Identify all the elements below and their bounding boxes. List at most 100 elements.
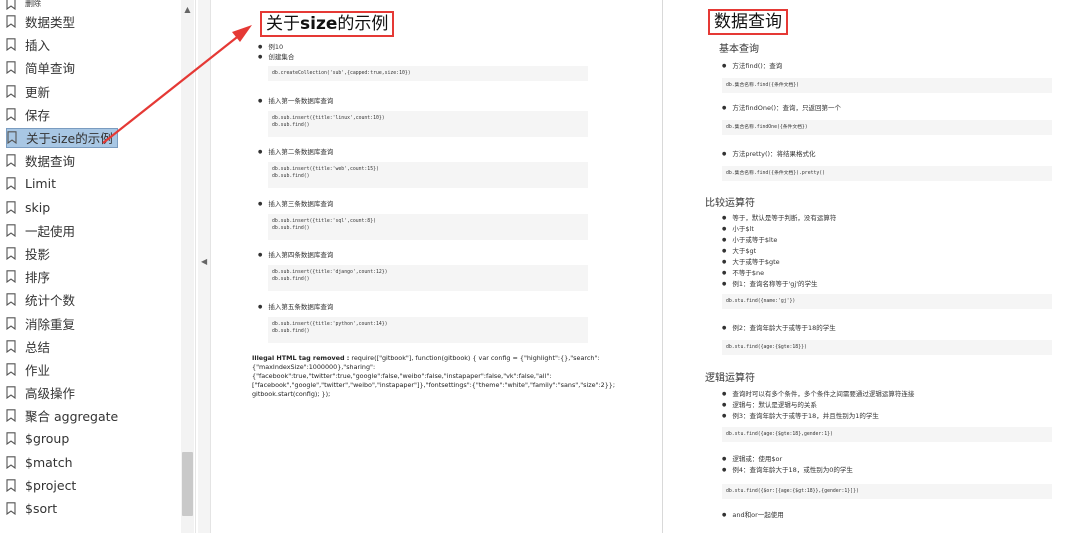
sidebar-item-label: 保存	[25, 107, 51, 123]
sidebar-collapse-toggle[interactable]: ◀	[198, 0, 211, 533]
bookmark-icon	[6, 84, 16, 98]
sidebar-item-wrap: 总结	[6, 336, 54, 356]
sidebar-item-wrap: 消除重复	[6, 313, 79, 333]
list-item: 小于或等于$lte	[722, 236, 777, 245]
sidebar-item-label: $group	[25, 431, 70, 447]
bookmark-icon	[6, 293, 16, 307]
sidebar-item-wrap: 一起使用	[6, 220, 79, 240]
sidebar-item-wrap: Limit	[6, 174, 60, 194]
sidebar-item-wrap: 投影	[6, 243, 54, 263]
sidebar-item-label: 更新	[25, 84, 51, 100]
sidebar-item[interactable]: $group	[0, 427, 195, 450]
sidebar-item-label: 一起使用	[25, 223, 76, 239]
scroll-up-arrow-icon[interactable]: ▲	[183, 5, 192, 14]
code-block: db.stu.find({$or:[{age:{$gt:18}},{gender…	[722, 484, 1052, 499]
sidebar-item-wrap: skip	[6, 197, 54, 217]
sidebar-item[interactable]: 聚合 aggregate	[0, 404, 195, 427]
scroll-thumb[interactable]	[182, 452, 193, 516]
sidebar-item-label: $project	[25, 477, 77, 493]
chevron-left-icon[interactable]: ◀	[201, 257, 207, 266]
list-item: 方法findOne()：查询，只返回第一个	[722, 104, 841, 113]
section-heading: 比较运算符	[705, 198, 755, 209]
list-item: and和or一起使用	[722, 511, 783, 520]
sidebar-item-wrap: 高级操作	[6, 383, 79, 403]
sidebar-item-wrap: 关于size的示例	[6, 127, 118, 148]
sidebar-item[interactable]: 更新	[0, 80, 195, 103]
sidebar-item-wrap: $sort	[6, 499, 61, 519]
sidebar-item[interactable]: 统计个数	[0, 288, 195, 311]
sidebar-item[interactable]: 总结	[0, 335, 195, 358]
sidebar-item[interactable]: $project	[0, 474, 195, 497]
sidebar-item[interactable]: 关于size的示例	[0, 126, 195, 149]
sidebar-item-label: 总结	[25, 339, 51, 355]
sidebar-item[interactable]: 删除	[0, 0, 195, 10]
bookmark-icon	[6, 200, 16, 214]
sidebar-item-wrap: $match	[6, 452, 77, 472]
code-block: db.集合名称.find({条件文档}).pretty()	[722, 166, 1052, 181]
sidebar-item[interactable]: 消除重复	[0, 311, 195, 334]
sidebar-item-label: 简单查询	[25, 61, 76, 77]
sidebar-item[interactable]: 一起使用	[0, 219, 195, 242]
section-heading: 基本查询	[719, 44, 759, 55]
bookmark-icon	[7, 131, 17, 145]
sidebar: 删除数据类型 插入简单查询更新保存关于size的示例数据查询 Limit skip 一起…	[0, 0, 196, 533]
list-item: 创建集合	[258, 53, 294, 62]
sidebar-item[interactable]: 插入	[0, 33, 195, 56]
list-item: 插入第三条数据库查询	[258, 200, 333, 209]
list-item: 插入第二条数据库查询	[258, 148, 333, 157]
sidebar-item-wrap: $project	[6, 475, 80, 495]
code-block: db.stu.find({age:{$gte:18},gender:1})	[722, 427, 1052, 442]
list-item: 逻辑与：默认是逻辑与的关系	[722, 401, 817, 410]
list-item: 不等于$ne	[722, 269, 764, 278]
sidebar-item[interactable]: 高级操作	[0, 381, 195, 404]
sidebar-item-label: 删除	[25, 0, 41, 8]
bookmark-icon	[6, 409, 16, 423]
sidebar-item-wrap: 更新	[6, 81, 54, 101]
sidebar-item-label: 排序	[25, 270, 51, 286]
sidebar-item-label: 聚合 aggregate	[25, 409, 119, 425]
code-block: db.sub.insert({title:'python',count:14})…	[268, 317, 588, 343]
sidebar-item[interactable]: 数据查询	[0, 149, 195, 172]
sidebar-item-label: 数据查询	[25, 154, 76, 170]
list-item: 小于$lt	[722, 225, 754, 234]
sidebar-item[interactable]: 简单查询	[0, 56, 195, 79]
page-title: 数据查询	[708, 9, 788, 35]
sidebar-item[interactable]: Limit	[0, 172, 195, 195]
list-item: 逻辑或：使用$or	[722, 455, 782, 464]
sidebar-item-label: 投影	[25, 246, 51, 262]
sidebar-item[interactable]: 作业	[0, 358, 195, 381]
list-item: 例4：查询年龄大于18，或性别为0的学生	[722, 466, 853, 475]
bookmark-icon	[6, 15, 16, 29]
sidebar-list: 删除数据类型 插入简单查询更新保存关于size的示例数据查询 Limit skip 一起…	[0, 0, 195, 520]
bookmark-icon	[6, 270, 16, 284]
sidebar-item[interactable]: 排序	[0, 265, 195, 288]
sidebar-item[interactable]: skip	[0, 196, 195, 219]
sidebar-item[interactable]: $match	[0, 451, 195, 474]
sidebar-item[interactable]: 投影	[0, 242, 195, 265]
sidebar-scrollbar[interactable]: ▲	[181, 0, 194, 533]
sidebar-item-label: $match	[25, 454, 73, 470]
section-heading: 逻辑运算符	[705, 373, 755, 384]
sidebar-item[interactable]: 数据类型	[0, 10, 195, 33]
code-block: db.stu.find({age:{$gte:18}})	[722, 340, 1052, 355]
code-block: db.sub.insert({title:'linux',count:10}) …	[268, 111, 588, 137]
sidebar-item-wrap: 聚合 aggregate	[6, 406, 122, 426]
list-item: 例1：查询名称等于'gj'的学生	[722, 280, 817, 289]
left-page: 关于size的示例 例10 创建集合 db.createCollection('…	[240, 0, 616, 533]
code-block: db.集合名称.find({条件文档})	[722, 78, 1052, 93]
bookmark-icon	[6, 154, 16, 168]
sidebar-item-label: 作业	[25, 362, 51, 378]
sidebar-item-label: Limit	[25, 176, 56, 192]
list-item: 大于或等于$gte	[722, 258, 779, 267]
bookmark-icon	[6, 108, 16, 121]
code-block: db.集合名称.findOne({条件文档})	[722, 120, 1052, 135]
sidebar-item[interactable]: 保存	[0, 103, 195, 126]
code-block: db.createCollection('sub',{capped:true,s…	[268, 66, 588, 81]
sidebar-item-label: 高级操作	[25, 386, 76, 402]
code-block: db.stu.find({name:'gj'})	[722, 294, 1052, 309]
gitbook-script-text: Illegal HTML tag removed : require(["git…	[252, 354, 616, 398]
sidebar-item-label: $sort	[25, 501, 58, 517]
sidebar-item[interactable]: $sort	[0, 497, 195, 520]
sidebar-item-wrap: 作业	[6, 359, 54, 379]
list-item: 查询时可以有多个条件，多个条件之间需要通过逻辑运算符连接	[722, 390, 914, 399]
